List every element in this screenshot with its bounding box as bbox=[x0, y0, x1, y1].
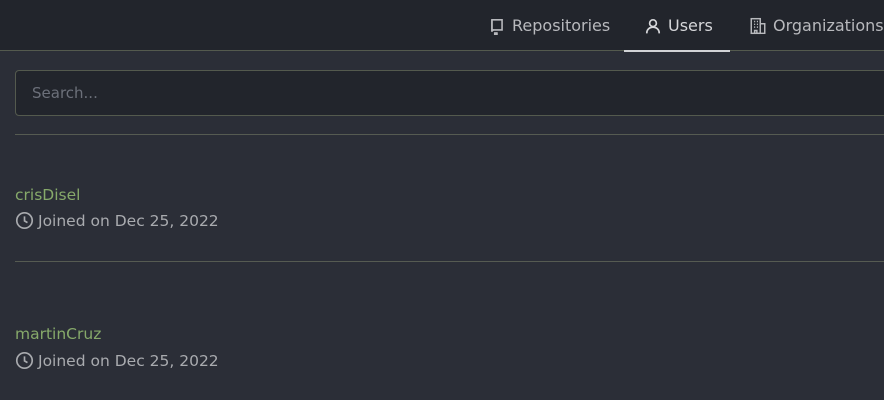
user-name-link[interactable]: martinCruz bbox=[15, 325, 101, 343]
organization-icon bbox=[749, 17, 767, 35]
tab-repositories-label: Repositories bbox=[512, 16, 611, 35]
search-input[interactable] bbox=[15, 70, 884, 116]
clock-icon bbox=[15, 211, 34, 230]
user-joined-date: Joined on Dec 25, 2022 bbox=[15, 351, 219, 370]
joined-text: Joined on Dec 25, 2022 bbox=[38, 211, 219, 230]
repo-icon bbox=[488, 17, 506, 35]
user-name-link[interactable]: crisDisel bbox=[15, 186, 80, 204]
tab-organizations-label: Organizations bbox=[773, 16, 884, 35]
user-joined-date: Joined on Dec 25, 2022 bbox=[15, 211, 219, 230]
divider bbox=[15, 261, 884, 262]
tab-users[interactable]: Users bbox=[624, 0, 730, 52]
tab-users-label: Users bbox=[668, 16, 713, 35]
tab-repositories[interactable]: Repositories bbox=[488, 0, 610, 51]
divider bbox=[15, 134, 884, 135]
top-navigation: Repositories Users Organizations bbox=[0, 0, 884, 52]
user-icon bbox=[644, 17, 662, 35]
joined-text: Joined on Dec 25, 2022 bbox=[38, 351, 219, 370]
clock-icon bbox=[15, 351, 34, 370]
tab-organizations[interactable]: Organizations bbox=[749, 0, 884, 51]
